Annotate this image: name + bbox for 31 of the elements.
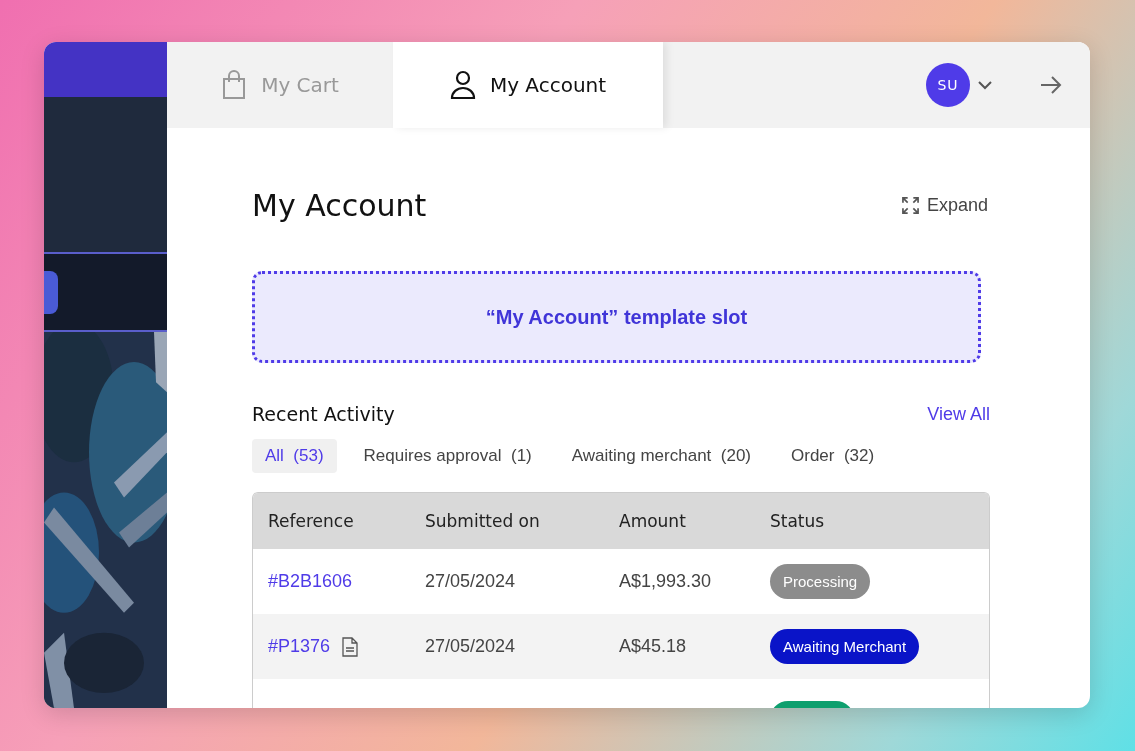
expand-button[interactable]: Expand (901, 195, 988, 216)
column-header: Submitted on (425, 511, 541, 531)
document-icon (342, 636, 359, 657)
expand-icon (901, 197, 919, 214)
section-title: Recent Activity (252, 403, 395, 425)
chevron-down-icon[interactable] (978, 80, 992, 90)
view-all-link[interactable]: View All (927, 403, 990, 425)
shopping-bag-icon (221, 70, 248, 100)
column-header: Reference (268, 511, 355, 531)
column-header: Status (770, 511, 826, 531)
filter-tab[interactable]: Requires approval (1) (350, 439, 545, 473)
table-cell-text: 27/05/2024 (425, 636, 517, 657)
sidebar-tab[interactable] (44, 270, 58, 314)
user-avatar[interactable]: SU (926, 63, 970, 107)
reference-link[interactable]: #B2B1606 (268, 571, 353, 592)
tab[interactable]: My Account (393, 42, 663, 128)
filter-tab[interactable]: All (53) (252, 439, 337, 473)
table-cell-text: A$1,993.30 (619, 571, 713, 592)
person-icon (449, 70, 476, 100)
slot-label: “My Account” template slot (485, 305, 748, 329)
table-row[interactable]: #P1376 27/05/2024 A$45.18 Awaiting Merchant (253, 614, 989, 679)
table-cell-text: A$45.18 (619, 636, 688, 657)
status-badge: Processing (770, 564, 871, 599)
filter-tab[interactable]: Awaiting merchant (20) (558, 439, 764, 473)
reference-link[interactable]: #P1376 (268, 636, 331, 657)
column-header: Amount (619, 511, 687, 531)
arrow-right-icon[interactable] (1040, 76, 1062, 94)
page-title: My Account (252, 188, 427, 223)
status-badge: Awaiting Merchant (770, 629, 920, 664)
filter-tab[interactable]: Order (32) (778, 439, 888, 473)
table-cell-text: 27/05/2024 (425, 571, 517, 592)
